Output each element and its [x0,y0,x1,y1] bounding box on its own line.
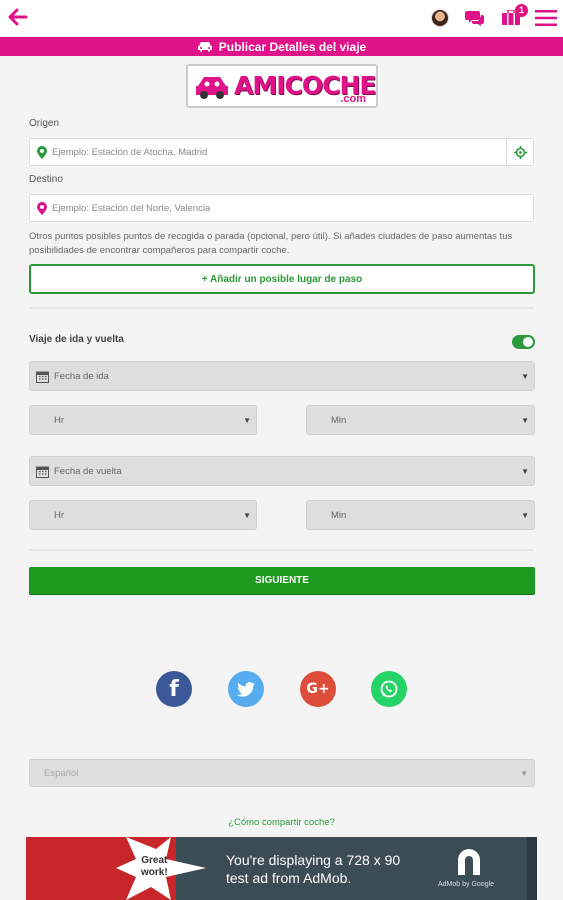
round-trip-label: Viaje de ida y vuelta [29,334,124,345]
outbound-minute-select[interactable]: Min ▼ [306,405,535,435]
section-divider [29,307,534,309]
origin-placeholder: Ejemplo: Estación de Atocha, Madrid [52,146,208,158]
calendar-icon [36,466,49,478]
return-date-placeholder: Fecha de vuelta [54,465,122,477]
toggle-knob [523,337,533,347]
destination-placeholder: Ejemplo: Estación del Norte, Valencia [52,202,211,214]
ad-edge [527,837,537,900]
googleplus-share-button[interactable]: G+ [300,671,336,707]
return-hour-select[interactable]: Hr ▼ [29,500,257,530]
whatsapp-icon [380,680,398,698]
page-title-banner: Publicar Detalles del viaje [0,37,563,56]
chevron-down-icon: ▼ [520,769,528,778]
chevron-down-icon: ▼ [521,511,529,520]
return-date-select[interactable]: Fecha de vuelta ▼ [29,456,535,486]
language-select[interactable]: Español ▼ [29,759,535,787]
waypoints-help-text: Otros puntos posibles puntos de recogida… [29,231,513,256]
admob-logo-icon [458,849,480,875]
destination-label: Destino [29,174,63,185]
calendar-icon [36,371,49,383]
language-selected: Español [44,767,79,779]
chevron-down-icon: ▼ [243,416,251,425]
amicoche-logo: AMICOCHE .com [186,64,378,108]
return-hour-placeholder: Hr [54,509,65,521]
whatsapp-share-button[interactable] [371,671,407,707]
menu-icon[interactable] [535,9,557,27]
outbound-hour-select[interactable]: Hr ▼ [29,405,257,435]
facebook-icon: f [169,676,179,702]
origin-label: Origen [29,118,60,129]
chevron-down-icon: ▼ [521,416,529,425]
crosshair-icon [513,145,527,159]
twitter-icon [237,681,255,697]
ad-great-work-badge: Great work! [141,855,168,878]
logo-car-icon [196,77,228,99]
destination-input[interactable]: Ejemplo: Estación del Norte, Valencia [29,194,534,222]
origin-pin-icon [36,145,48,159]
add-waypoint-button[interactable]: + Añadir un posible lugar de paso [29,264,535,294]
notification-badge: 1 [515,4,528,17]
outbound-hour-placeholder: Hr [54,414,65,426]
ad-brand: AdMob by Google [438,881,495,888]
googleplus-icon: G+ [306,681,330,697]
twitter-share-button[interactable] [228,671,264,707]
outbound-date-placeholder: Fecha de ida [54,370,109,382]
user-avatar[interactable] [431,9,449,27]
admob-test-ad[interactable]: Great work! You're displaying a 728 x 90… [26,837,537,900]
origin-input[interactable]: Ejemplo: Estación de Atocha, Madrid [29,138,534,166]
how-to-share-link[interactable]: ¿Cómo compartir coche? [0,817,563,828]
facebook-share-button[interactable]: f [156,671,192,707]
destination-pin-icon [36,201,48,215]
outbound-date-select[interactable]: Fecha de ida ▼ [29,361,535,391]
chat-icon[interactable] [465,9,485,27]
chevron-down-icon: ▼ [521,467,529,476]
logo-suffix: .com [340,93,366,105]
section-divider [29,549,534,551]
outbound-minute-placeholder: Min [331,414,347,426]
chevron-down-icon: ▼ [521,372,529,381]
car-icon [197,42,212,52]
page-title: Publicar Detalles del viaje [218,39,367,54]
round-trip-toggle[interactable] [512,335,535,349]
top-bar: 1 [0,0,563,36]
next-button[interactable]: SIGUIENTE [29,567,535,594]
back-arrow-icon[interactable] [6,6,28,28]
return-minute-select[interactable]: Min ▼ [306,500,535,530]
locate-me-button[interactable] [506,139,533,165]
return-minute-placeholder: Min [331,509,347,521]
chevron-down-icon: ▼ [243,511,251,520]
ad-message: You're displaying a 728 x 90 test ad fro… [226,852,401,886]
